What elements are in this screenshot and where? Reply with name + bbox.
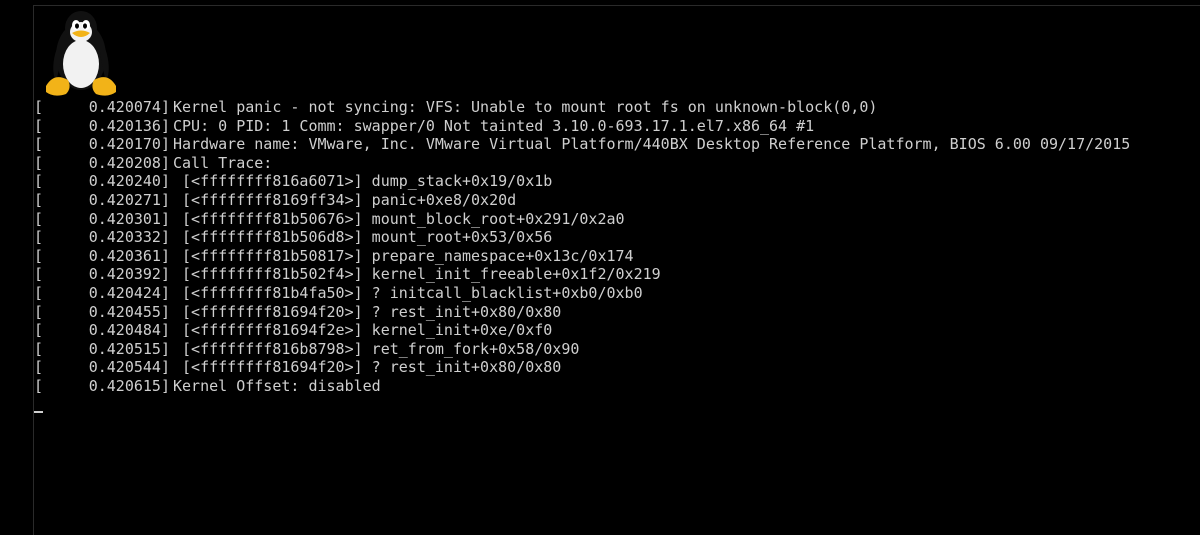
log-line-message: [<ffffffff816b8798>] ret_from_fork+0x58/… xyxy=(173,339,580,358)
log-line-message: [<ffffffff816a6071>] dump_stack+0x19/0x1… xyxy=(173,172,553,191)
log-line-bracket: [ xyxy=(34,302,44,321)
log-line-timestamp: 0.420615] xyxy=(88,377,170,395)
log-line-message: [<ffffffff81b502f4>] kernel_init_freeabl… xyxy=(173,265,661,284)
log-line-bracket: [ xyxy=(34,135,44,154)
log-line-message: [<ffffffff81694f20>] ? rest_init+0x80/0x… xyxy=(173,358,562,377)
log-line-bracket: [ xyxy=(34,228,44,247)
log-line-bracket: [ xyxy=(34,377,44,395)
log-line-bracket: [ xyxy=(34,321,44,340)
log-line-timestamp: 0.420240] xyxy=(88,172,170,191)
log-line-timestamp: 0.420301] xyxy=(88,209,170,228)
log-line-message: Hardware name: VMware, Inc. VMware Virtu… xyxy=(173,135,1131,154)
log-line-timestamp: 0.420392] xyxy=(88,265,170,284)
log-line-bracket: [ xyxy=(34,246,44,265)
log-line-message: Kernel Offset: disabled xyxy=(173,377,381,395)
log-line-timestamp: 0.420074] xyxy=(88,98,170,116)
tux-penguin-icon xyxy=(46,11,116,96)
log-line-timestamp: 0.420455] xyxy=(88,302,170,321)
log-line-timestamp: 0.420515] xyxy=(88,339,170,358)
text-cursor xyxy=(34,411,43,413)
log-line-message: [<ffffffff81b4fa50>] ? initcall_blacklis… xyxy=(173,284,643,302)
log-line-message: Call Trace: xyxy=(173,153,273,172)
log-line-timestamp: 0.420170] xyxy=(88,135,170,154)
log-line-message: CPU: 0 PID: 1 Comm: swapper/0 Not tainte… xyxy=(173,116,815,135)
log-line-message: [<ffffffff81b506d8>] mount_root+0x53/0x5… xyxy=(173,228,553,247)
log-line-message: [<ffffffff81694f2e>] kernel_init+0xe/0xf… xyxy=(173,321,553,340)
log-line-bracket: [ xyxy=(34,98,44,116)
log-line-bracket: [ xyxy=(34,265,44,284)
log-line-timestamp: 0.420332] xyxy=(88,228,170,247)
log-line-bracket: [ xyxy=(34,191,44,209)
log-line-bracket: [ xyxy=(34,172,44,191)
log-line-message: [<ffffffff81b50817>] prepare_namespace+0… xyxy=(173,246,634,265)
log-line-message: Kernel panic - not syncing: VFS: Unable … xyxy=(173,98,878,116)
log-line-timestamp: 0.420361] xyxy=(88,246,170,265)
log-line-bracket: [ xyxy=(34,209,44,228)
log-line-message: [<ffffffff81694f20>] ? rest_init+0x80/0x… xyxy=(173,302,562,321)
log-line-message: [<ffffffff81b50676>] mount_block_root+0x… xyxy=(173,209,625,228)
console-screen: [0.420074] Kernel panic - not syncing: VF… xyxy=(0,0,1200,535)
log-line-timestamp: 0.420271] xyxy=(88,191,170,209)
log-line-bracket: [ xyxy=(34,339,44,358)
log-line-bracket: [ xyxy=(34,284,44,302)
log-line-bracket: [ xyxy=(34,153,44,172)
log-line-message: [<ffffffff8169ff34>] panic+0xe8/0x20d xyxy=(173,191,517,209)
log-line-timestamp: 0.420484] xyxy=(88,321,170,340)
kernel-panic-log: [0.420074] Kernel panic - not syncing: VF… xyxy=(34,98,1200,535)
screen-top-border xyxy=(33,5,1200,6)
log-line-bracket: [ xyxy=(34,116,44,135)
log-line-timestamp: 0.420424] xyxy=(88,284,170,302)
log-line-bracket: [ xyxy=(34,358,44,377)
log-line-timestamp: 0.420208] xyxy=(88,153,170,172)
log-line-timestamp: 0.420544] xyxy=(88,358,170,377)
log-line-timestamp: 0.420136] xyxy=(88,116,170,135)
